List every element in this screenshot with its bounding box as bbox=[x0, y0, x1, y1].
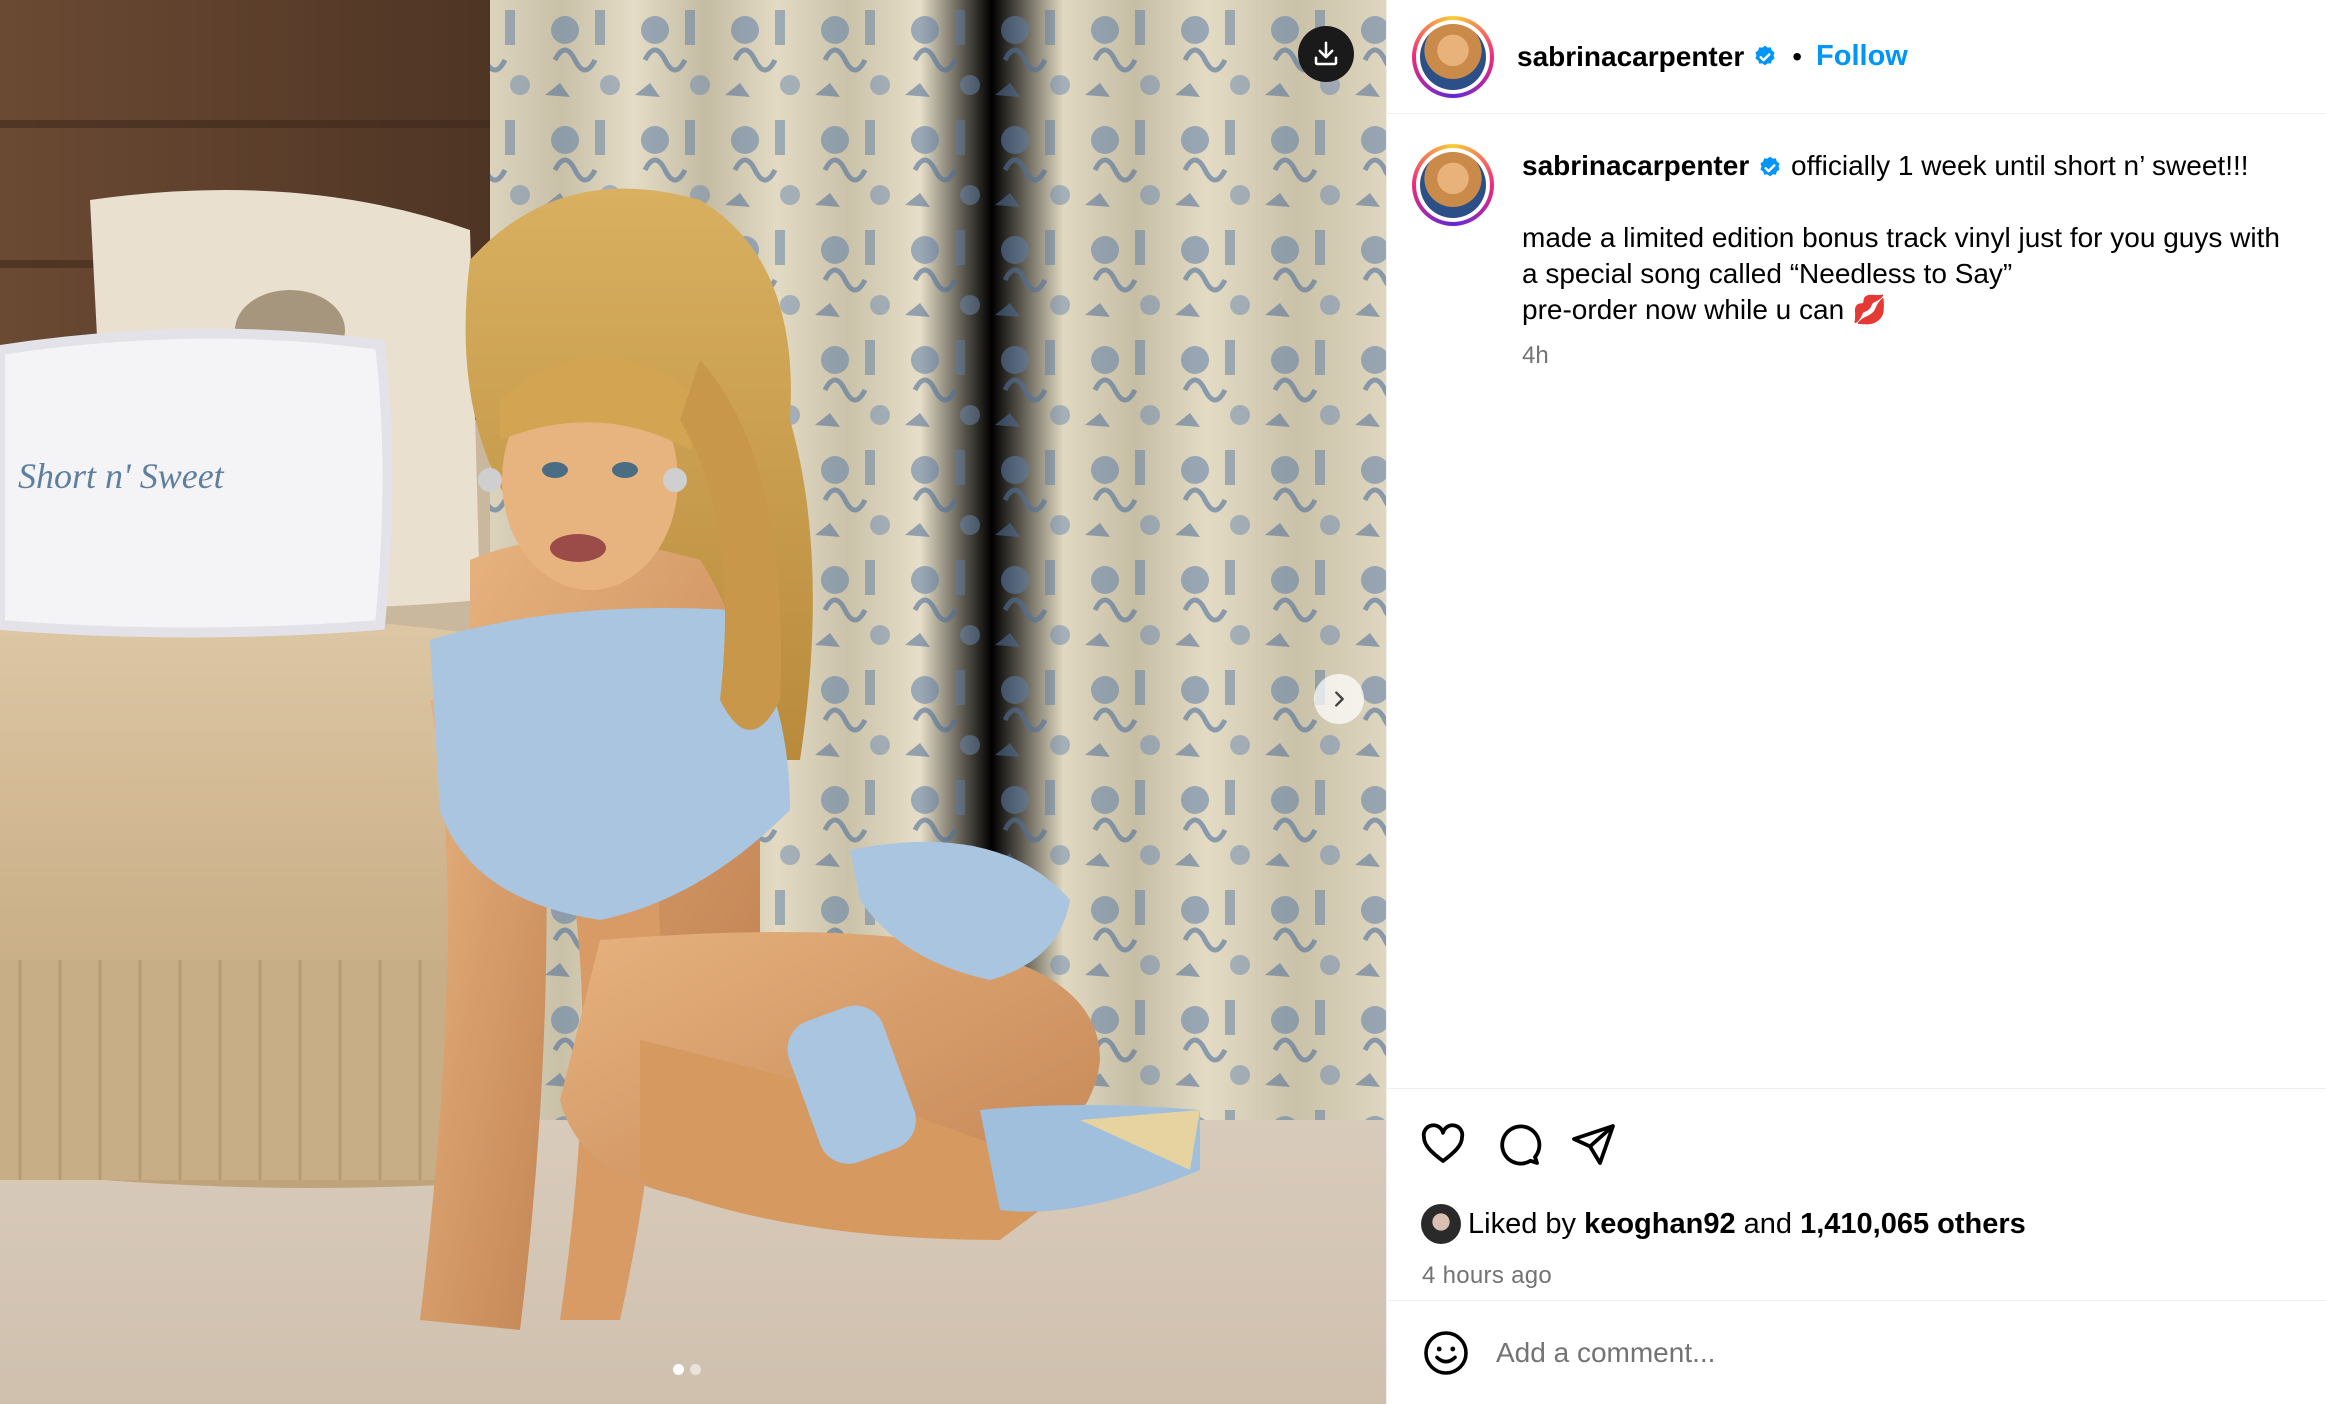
post-timestamp[interactable]: 4 hours ago bbox=[1387, 1244, 2326, 1290]
verified-badge-icon bbox=[1760, 156, 1780, 176]
liker-avatar[interactable] bbox=[1421, 1204, 1461, 1244]
post-photo: Short n' Sweet bbox=[0, 0, 1386, 1404]
liked-by-user[interactable]: keoghan92 bbox=[1584, 1208, 1736, 1241]
avatar-image bbox=[1420, 152, 1486, 218]
post-media[interactable]: Short n' Sweet bbox=[0, 0, 1386, 1404]
likes-summary: Liked by keoghan92 and 1,410,065 others bbox=[1387, 1168, 2326, 1244]
author-avatar[interactable] bbox=[1412, 15, 1494, 98]
post-actions: Liked by keoghan92 and 1,410,065 others … bbox=[1387, 1088, 2326, 1290]
caption-line: pre-order now while u can 💋 bbox=[1522, 294, 1887, 325]
chevron-right-icon bbox=[1335, 691, 1344, 707]
liked-by-prefix: Liked by bbox=[1468, 1207, 1577, 1240]
avatar-image bbox=[1420, 23, 1486, 90]
comment-icon[interactable] bbox=[1494, 1120, 1542, 1168]
post-header: sabrinacarpenter • Follow bbox=[1387, 0, 2326, 114]
caption-line: a special song called “Needless to Say” bbox=[1522, 258, 2013, 289]
caption: sabrinacarpenter officially 1 week until… bbox=[1387, 114, 2326, 374]
caption-body: sabrinacarpenter officially 1 week until… bbox=[1522, 142, 2280, 374]
carousel-dot bbox=[690, 1364, 701, 1375]
caption-username[interactable]: sabrinacarpenter bbox=[1522, 150, 1749, 181]
header-separator: • bbox=[1792, 40, 1803, 72]
caption-first-line: officially 1 week until short n’ sweet!!… bbox=[1791, 150, 2249, 181]
heart-icon[interactable] bbox=[1419, 1120, 1467, 1168]
carousel-indicator bbox=[673, 1364, 701, 1375]
likes-count[interactable]: 1,410,065 others bbox=[1800, 1208, 2026, 1241]
caption-line: made a limited edition bonus track vinyl… bbox=[1522, 222, 2280, 253]
post-side-panel: sabrinacarpenter • Follow sabrinacarpent… bbox=[1386, 0, 2326, 1404]
verified-badge-icon bbox=[1755, 45, 1775, 65]
download-icon bbox=[1314, 41, 1338, 66]
follow-button[interactable]: Follow bbox=[1816, 40, 1908, 73]
comment-input[interactable] bbox=[1496, 1336, 2256, 1369]
pillow-text: Short n' Sweet bbox=[18, 456, 225, 496]
caption-timestamp[interactable]: 4h bbox=[1522, 338, 2280, 374]
caption-author-avatar[interactable] bbox=[1412, 144, 1494, 226]
download-button[interactable] bbox=[1298, 26, 1354, 82]
next-slide-button[interactable] bbox=[1314, 674, 1364, 724]
paper-plane-icon[interactable] bbox=[1569, 1120, 1617, 1168]
comment-composer bbox=[1387, 1300, 2326, 1404]
carousel-dot-active bbox=[673, 1364, 684, 1375]
liked-by-and: and bbox=[1743, 1207, 1793, 1240]
smiley-icon[interactable] bbox=[1422, 1329, 1470, 1377]
author-username[interactable]: sabrinacarpenter bbox=[1517, 41, 1744, 73]
